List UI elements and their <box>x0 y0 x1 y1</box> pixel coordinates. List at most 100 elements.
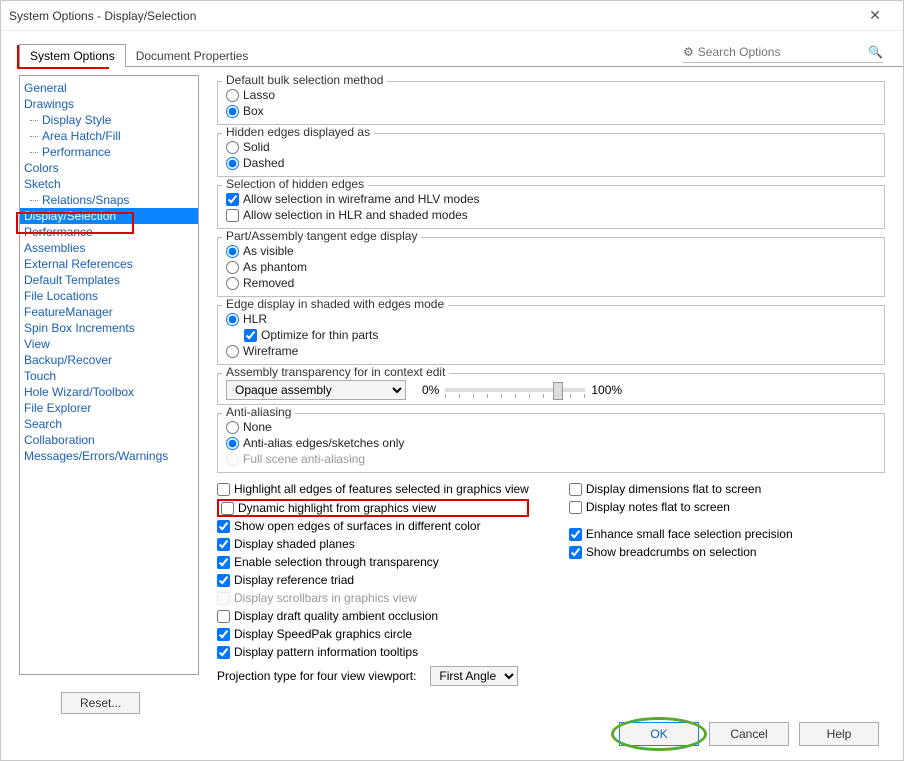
label-allow-wireframe: Allow selection in wireframe and HLV mod… <box>243 192 480 206</box>
transparency-slider[interactable] <box>445 388 585 392</box>
titlebar: System Options - Display/Selection ✕ <box>1 1 903 31</box>
check-selection-transparency[interactable] <box>217 556 230 569</box>
group-title: Anti-aliasing <box>222 405 295 419</box>
check-small-face[interactable] <box>569 528 582 541</box>
radio-box[interactable] <box>226 105 239 118</box>
group-bulk-selection: Default bulk selection method Lasso Box <box>217 81 885 125</box>
radio-solid[interactable] <box>226 141 239 154</box>
radio-hlr[interactable] <box>226 313 239 326</box>
label-open-edges: Show open edges of surfaces in different… <box>234 518 481 535</box>
check-optimize-thin[interactable] <box>244 329 257 342</box>
radio-aa-none[interactable] <box>226 421 239 434</box>
tree-item-drawings[interactable]: Drawings <box>20 96 198 112</box>
tree-item-general[interactable]: General <box>20 80 198 96</box>
label-aa-edges: Anti-alias edges/sketches only <box>243 436 404 450</box>
label-shaded-planes: Display shaded planes <box>234 536 355 553</box>
content-panel: Default bulk selection method Lasso Box … <box>199 75 885 686</box>
reset-button[interactable]: Reset... <box>61 692 140 714</box>
group-edge-display: Edge display in shaded with edges mode H… <box>217 305 885 365</box>
check-speedpak[interactable] <box>217 628 230 641</box>
tree-item-file-locations[interactable]: File Locations <box>20 288 198 304</box>
group-anti-aliasing: Anti-aliasing None Anti-alias edges/sket… <box>217 413 885 473</box>
ok-button[interactable]: OK <box>619 722 699 746</box>
search-input[interactable] <box>698 45 868 59</box>
tree-item-external-references[interactable]: External References <box>20 256 198 272</box>
check-breadcrumbs[interactable] <box>569 546 582 559</box>
radio-as-phantom[interactable] <box>226 261 239 274</box>
label-dims-flat: Display dimensions flat to screen <box>586 481 761 498</box>
tree-item-default-templates[interactable]: Default Templates <box>20 272 198 288</box>
label-dashed: Dashed <box>243 156 284 170</box>
label-notes-flat: Display notes flat to screen <box>586 499 730 516</box>
radio-aa-full <box>226 453 239 466</box>
slider-thumb[interactable] <box>553 382 563 400</box>
tree-item-touch[interactable]: Touch <box>20 368 198 384</box>
label-as-visible: As visible <box>243 244 294 258</box>
radio-lasso[interactable] <box>226 89 239 102</box>
label-draft-ao: Display draft quality ambient occlusion <box>234 608 438 625</box>
label-allow-hlr: Allow selection in HLR and shaded modes <box>243 208 468 222</box>
check-dims-flat[interactable] <box>569 483 582 496</box>
tree-item-performance[interactable]: Performance <box>20 224 198 240</box>
check-notes-flat[interactable] <box>569 501 582 514</box>
check-draft-ao[interactable] <box>217 610 230 623</box>
check-reference-triad[interactable] <box>217 574 230 587</box>
label-selection-transparency: Enable selection through transparency <box>234 554 439 571</box>
check-pattern-tooltips[interactable] <box>217 646 230 659</box>
window-title: System Options - Display/Selection <box>9 9 855 23</box>
tree-item-featuremanager[interactable]: FeatureManager <box>20 304 198 320</box>
group-title: Hidden edges displayed as <box>222 125 374 139</box>
check-allow-hlr[interactable] <box>226 209 239 222</box>
tree-item-hole-wizard-toolbox[interactable]: Hole Wizard/Toolbox <box>20 384 198 400</box>
tree-item-search[interactable]: Search <box>20 416 198 432</box>
radio-aa-edges[interactable] <box>226 437 239 450</box>
radio-wireframe[interactable] <box>226 345 239 358</box>
tab-document-properties[interactable]: Document Properties <box>125 44 260 67</box>
help-button[interactable]: Help <box>799 722 879 746</box>
tree-item-spin-box-increments[interactable]: Spin Box Increments <box>20 320 198 336</box>
reset-row: Reset... <box>61 692 903 714</box>
tree-item-assemblies[interactable]: Assemblies <box>20 240 198 256</box>
tree-item-messages-errors-warnings[interactable]: Messages/Errors/Warnings <box>20 448 198 464</box>
label-lasso: Lasso <box>243 88 275 102</box>
check-highlight-all[interactable] <box>217 483 230 496</box>
tree-item-area-hatch-fill[interactable]: Area Hatch/Fill <box>20 128 198 144</box>
group-hidden-edges: Hidden edges displayed as Solid Dashed <box>217 133 885 177</box>
close-icon[interactable]: ✕ <box>855 7 895 24</box>
tree-item-sketch[interactable]: Sketch <box>20 176 198 192</box>
check-dynamic-highlight[interactable] <box>221 502 234 515</box>
radio-as-visible[interactable] <box>226 245 239 258</box>
label-speedpak: Display SpeedPak graphics circle <box>234 626 412 643</box>
projection-label: Projection type for four view viewport: <box>217 669 416 683</box>
radio-dashed[interactable] <box>226 157 239 170</box>
tree-item-view[interactable]: View <box>20 336 198 352</box>
search-options[interactable]: ⚙ 🔍 <box>683 41 883 63</box>
tree-item-colors[interactable]: Colors <box>20 160 198 176</box>
select-projection[interactable]: First Angle <box>430 666 518 686</box>
tree-item-display-style[interactable]: Display Style <box>20 112 198 128</box>
group-assembly-transparency: Assembly transparency for in context edi… <box>217 373 885 405</box>
cancel-button[interactable]: Cancel <box>709 722 789 746</box>
label-box: Box <box>243 104 264 118</box>
tree-item-file-explorer[interactable]: File Explorer <box>20 400 198 416</box>
select-opaque-assembly[interactable]: Opaque assembly <box>226 380 406 400</box>
check-shaded-planes[interactable] <box>217 538 230 551</box>
tree-item-backup-recover[interactable]: Backup/Recover <box>20 352 198 368</box>
check-allow-wireframe[interactable] <box>226 193 239 206</box>
label-reference-triad: Display reference triad <box>234 572 354 589</box>
tree-item-performance[interactable]: Performance <box>20 144 198 160</box>
check-open-edges[interactable] <box>217 520 230 533</box>
tree-item-relations-snaps[interactable]: Relations/Snaps <box>20 192 198 208</box>
label-small-face: Enhance small face selection precision <box>586 526 793 543</box>
tab-system-options[interactable]: System Options <box>19 44 126 67</box>
footer-buttons: OK Cancel Help <box>619 722 879 746</box>
label-highlight-all: Highlight all edges of features selected… <box>234 481 529 498</box>
highlight-dynamic: Dynamic highlight from graphics view <box>217 499 529 517</box>
tree-item-display-selection[interactable]: Display/Selection <box>20 208 198 224</box>
label-dynamic-highlight: Dynamic highlight from graphics view <box>238 501 436 515</box>
group-selection-hidden: Selection of hidden edges Allow selectio… <box>217 185 885 229</box>
tree-item-collaboration[interactable]: Collaboration <box>20 432 198 448</box>
left-check-column: Highlight all edges of features selected… <box>217 481 529 686</box>
category-tree[interactable]: GeneralDrawingsDisplay StyleArea Hatch/F… <box>19 75 199 675</box>
radio-removed[interactable] <box>226 277 239 290</box>
